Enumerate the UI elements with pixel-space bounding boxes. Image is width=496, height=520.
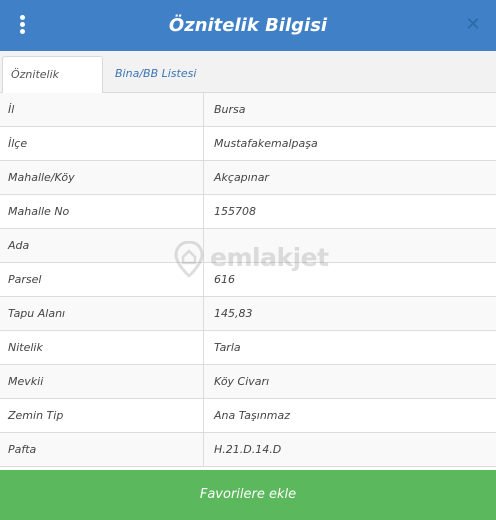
dialog-title: Öznitelik Bilgisi (168, 15, 328, 36)
row-label: Nitelik (0, 331, 204, 364)
row-label: İlçe (0, 127, 204, 160)
row-value: 155708 (214, 205, 256, 218)
row-value: H.21.D.14.D (214, 443, 282, 456)
row-label: Mahalle/Köy (0, 161, 204, 194)
row-label: Pafta (0, 433, 204, 466)
table-row: İlçe Mustafakemalpaşa (0, 127, 496, 161)
tab-bar: Öznitelik Bilgisi Bina/BB Listesi (0, 51, 496, 117)
table-row: Parsel 616 (0, 263, 496, 297)
tab-oznitelik-bilgisi[interactable]: Öznitelik Bilgisi (2, 56, 103, 117)
row-label: Parsel (0, 263, 204, 296)
row-label: Tapu Alanı (0, 297, 204, 330)
row-label: İl (0, 93, 204, 126)
row-label: Zemin Tip (0, 399, 204, 432)
tab-bina-bb-listesi[interactable]: Bina/BB Listesi (107, 56, 204, 93)
table-row: Zemin Tip Ana Taşınmaz (0, 399, 496, 433)
add-to-favorites-button[interactable]: Favorilere ekle (0, 470, 496, 520)
row-label: Mevkii (0, 365, 204, 398)
row-value: Mustafakemalpaşa (214, 137, 318, 150)
row-value: Ana Taşınmaz (214, 409, 291, 422)
table-row: Mahalle/Köy Akçapınar (0, 161, 496, 195)
row-value: 145,83 (214, 307, 253, 320)
close-icon[interactable]: ✕ (462, 14, 484, 36)
table-row: Nitelik Tarla (0, 331, 496, 365)
row-value (205, 229, 496, 262)
row-value: Bursa (214, 103, 246, 116)
table-row: Pafta H.21.D.14.D (0, 433, 496, 467)
table-row: Tapu Alanı 145,83 (0, 297, 496, 331)
row-value: Tarla (214, 341, 241, 354)
row-value: 616 (214, 273, 235, 286)
row-value: Köy Civarı (214, 375, 270, 388)
row-label: Mahalle No (0, 195, 204, 228)
attribute-table: İl Bursa İlçe Mustafakemalpaşa Mahalle/K… (0, 93, 496, 467)
table-row: Mahalle No 155708 (0, 195, 496, 229)
table-row: Mevkii Köy Civarı (0, 365, 496, 399)
dialog-header: Öznitelik Bilgisi ✕ (0, 0, 496, 51)
row-value: Akçapınar (214, 171, 269, 184)
table-row: Ada (0, 229, 496, 263)
row-label: Ada (0, 229, 204, 262)
table-row: İl Bursa (0, 93, 496, 127)
